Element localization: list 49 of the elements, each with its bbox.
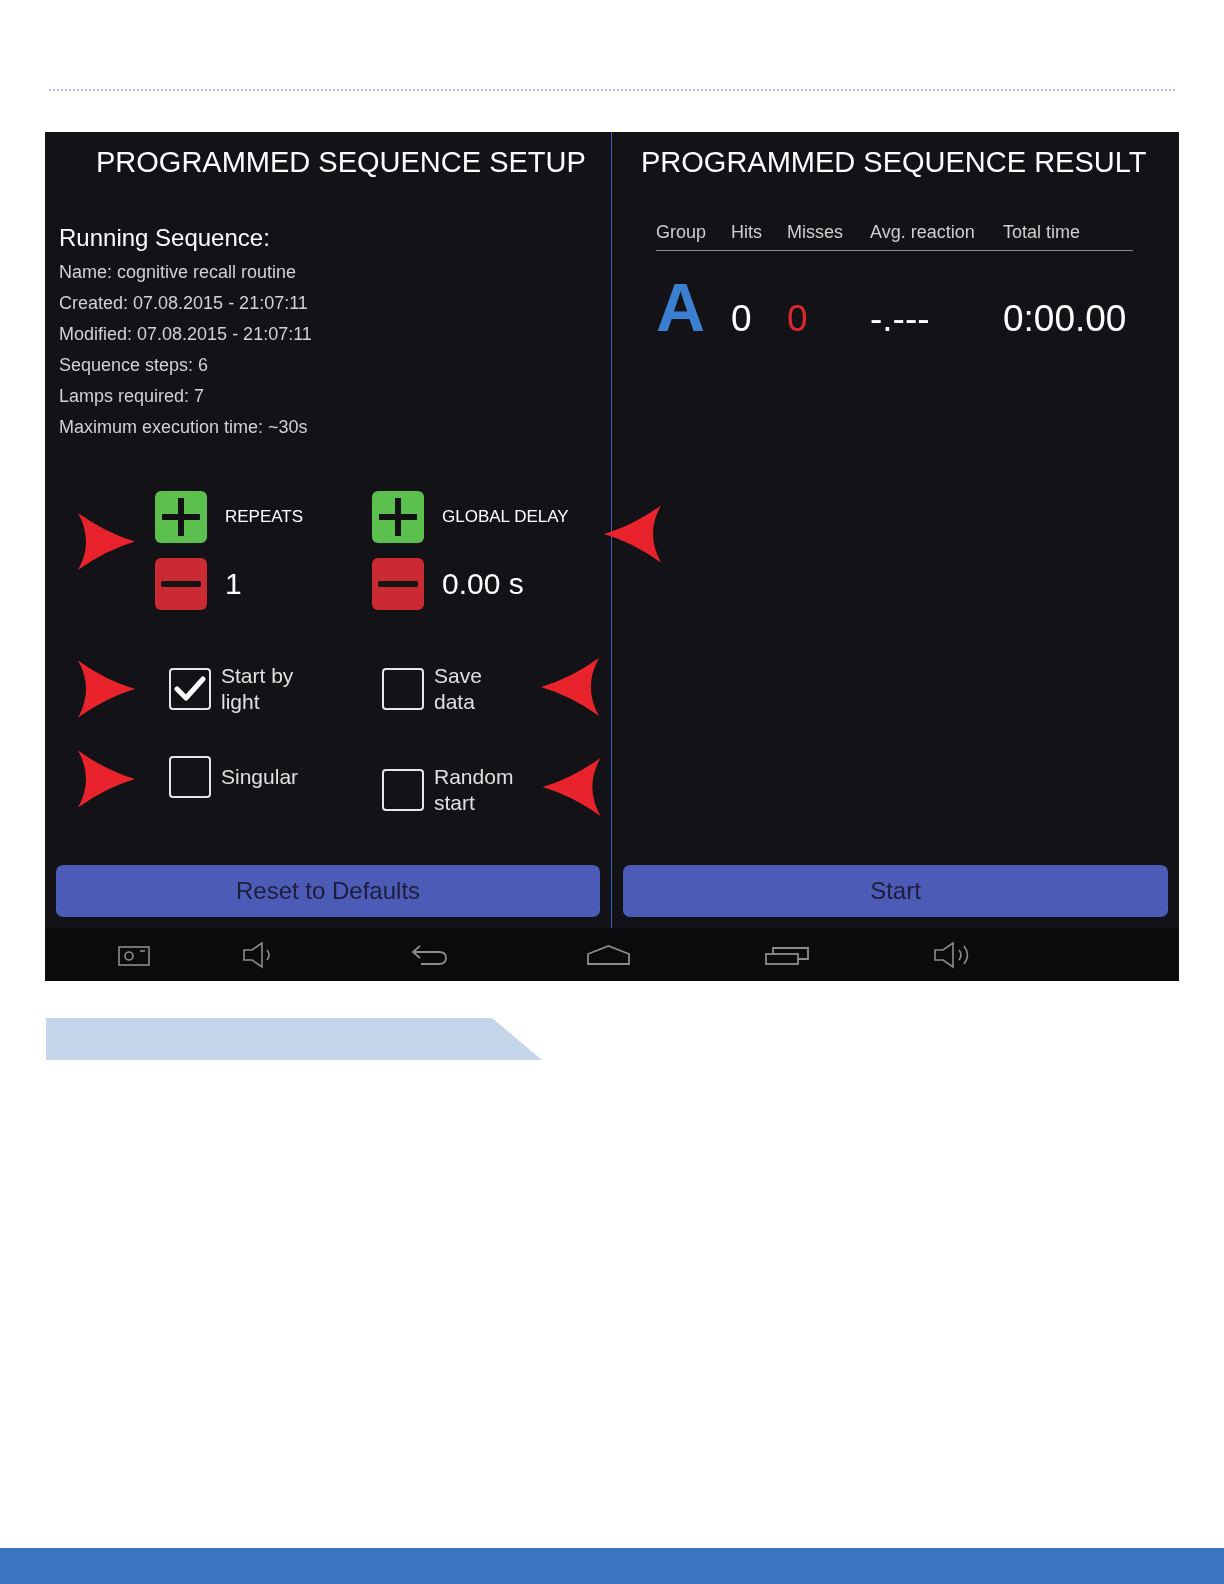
column-header: Avg. reaction <box>870 221 976 244</box>
detail-line: Sequence steps: 6 <box>59 354 210 377</box>
pointer-arrow-icon <box>541 658 599 716</box>
checkbox[interactable] <box>382 668 424 710</box>
section-heading: Running Sequence: <box>58 223 271 253</box>
column-header: Total time <box>1003 221 1082 244</box>
table-cell-text: 0 <box>731 297 753 341</box>
detail-line: Modified: 07.08.2015 - 21:07:11 <box>59 323 313 346</box>
decrease-button[interactable] <box>372 558 424 610</box>
stepper-label: REPEATS <box>225 506 305 529</box>
minus-icon <box>378 581 418 587</box>
pointer-arrow-icon <box>542 758 601 816</box>
column-header: Hits <box>731 221 763 244</box>
detail-line: Created: 07.08.2015 - 21:07:11 <box>59 292 309 315</box>
pointer-arrow-icon <box>604 505 661 563</box>
table-cell-text: -.--- <box>870 297 931 341</box>
plus-icon <box>379 498 417 536</box>
option-label[interactable]: Random start <box>434 756 519 824</box>
decrease-button[interactable] <box>155 558 207 610</box>
detail-line: Name: cognitive recall routine <box>59 261 298 284</box>
increase-button[interactable] <box>372 491 424 543</box>
table-cell-text: 0:00.00 <box>1003 297 1128 341</box>
pointer-arrow-icon <box>78 750 135 808</box>
pointer-arrow-icon <box>78 513 135 570</box>
stepper-value: 1 <box>225 566 243 602</box>
plus-icon <box>162 498 200 536</box>
minus-icon <box>161 581 201 587</box>
checkbox[interactable] <box>169 668 211 710</box>
group-letter: A <box>656 269 707 345</box>
option-label[interactable]: Start by light <box>221 655 306 723</box>
stepper-label: GLOBAL DELAY <box>442 506 569 529</box>
detail-line: Lamps required: 7 <box>59 385 206 408</box>
checkbox[interactable] <box>382 769 424 811</box>
checkmark-icon <box>174 676 206 702</box>
increase-button[interactable] <box>155 491 207 543</box>
pointer-arrow-icon <box>78 660 135 718</box>
table-cell-text: 0 <box>787 297 809 341</box>
panel-title: PROGRAMMED SEQUENCE SETUP <box>95 145 587 180</box>
column-header: Group <box>656 221 708 244</box>
camera-icon[interactable] <box>118 943 150 966</box>
checkbox[interactable] <box>169 756 211 798</box>
column-header: Misses <box>787 221 844 244</box>
option-label[interactable]: Save data <box>434 655 519 723</box>
panel-title: PROGRAMMED SEQUENCE RESULT <box>640 145 1148 180</box>
stepper-value: 0.00 s <box>442 566 525 602</box>
back-icon[interactable] <box>409 943 449 966</box>
detail-line: Maximum execution time: ~30s <box>59 416 309 439</box>
option-label[interactable]: Singular <box>221 756 299 798</box>
home-icon[interactable] <box>586 943 631 966</box>
